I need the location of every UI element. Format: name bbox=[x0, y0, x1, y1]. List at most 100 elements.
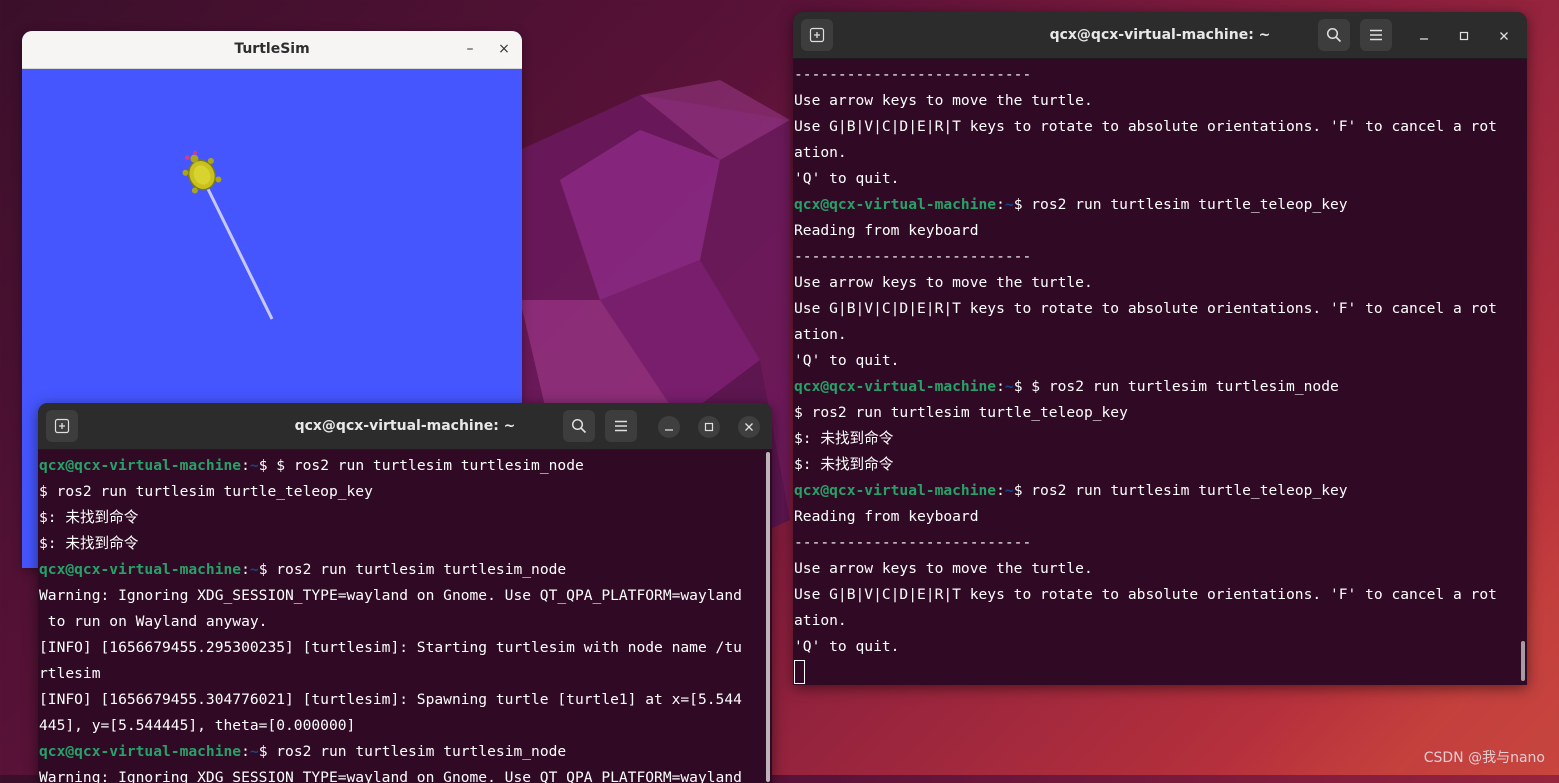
terminal-text: 'Q' to quit. bbox=[794, 352, 900, 369]
search-button[interactable] bbox=[1318, 19, 1350, 51]
terminal-text: Warning: Ignoring XDG_SESSION_TYPE=wayla… bbox=[39, 769, 742, 783]
prompt-path: ~ bbox=[1004, 196, 1014, 213]
turtle-icon bbox=[182, 150, 222, 194]
maximize-button[interactable] bbox=[698, 416, 720, 438]
terminal-line: $: 未找到命令 bbox=[38, 505, 772, 531]
new-tab-button[interactable] bbox=[46, 410, 78, 442]
hamburger-menu-icon bbox=[615, 420, 627, 432]
terminal-text: Reading from keyboard bbox=[794, 222, 979, 239]
terminal-line: ation. bbox=[793, 608, 1527, 634]
terminal-line: Warning: Ignoring XDG_SESSION_TYPE=wayla… bbox=[38, 765, 772, 783]
close-button[interactable]: × bbox=[493, 39, 515, 61]
close-icon bbox=[745, 423, 753, 431]
terminal-text: Use G|B|V|C|D|E|R|T keys to rotate to ab… bbox=[794, 118, 1497, 135]
turtlesim-title: TurtleSim bbox=[234, 41, 310, 57]
prompt-user: qcx@qcx-virtual-machine bbox=[39, 561, 242, 578]
maximize-icon bbox=[704, 422, 714, 432]
terminal-line: qcx@qcx-virtual-machine:~$ ros2 run turt… bbox=[793, 478, 1527, 504]
prompt-user: qcx@qcx-virtual-machine bbox=[39, 457, 242, 474]
minimize-icon bbox=[665, 429, 673, 431]
minimize-button[interactable] bbox=[1413, 25, 1435, 47]
prompt-path: ~ bbox=[249, 561, 259, 578]
terminal-line: 445], y=[5.544445], theta=[0.000000] bbox=[38, 713, 772, 739]
terminal-text: $ ros2 run turtlesim turtle_teleop_key bbox=[39, 483, 373, 500]
terminal-line: Warning: Ignoring XDG_SESSION_TYPE=wayla… bbox=[38, 583, 772, 609]
terminal-text: $ ros2 run turtlesim turtlesim_node bbox=[258, 743, 567, 760]
terminal-text: $ ros2 run turtlesim turtle_teleop_key bbox=[1013, 196, 1348, 213]
prompt-user: qcx@qcx-virtual-machine bbox=[39, 743, 242, 760]
terminal-text: $ $ ros2 run turtlesim turtlesim_node bbox=[1013, 378, 1339, 395]
close-button[interactable] bbox=[1493, 25, 1515, 47]
scrollbar[interactable] bbox=[1518, 59, 1527, 685]
new-tab-icon bbox=[54, 418, 70, 434]
menu-button[interactable] bbox=[605, 410, 637, 442]
terminal-line: $ ros2 run turtlesim turtle_teleop_key bbox=[38, 479, 772, 505]
terminal-text: Reading from keyboard bbox=[794, 508, 979, 525]
terminal-line: 'Q' to quit. bbox=[793, 634, 1527, 660]
terminal-output[interactable]: --------------------------- Use arrow key… bbox=[793, 59, 1527, 685]
terminal-line: Use G|B|V|C|D|E|R|T keys to rotate to ab… bbox=[793, 582, 1527, 608]
maximize-button[interactable] bbox=[1453, 25, 1475, 47]
terminal-output[interactable]: qcx@qcx-virtual-machine:~$ $ ros2 run tu… bbox=[38, 450, 772, 783]
scrollbar-thumb[interactable] bbox=[1521, 641, 1525, 681]
terminal-line: $ ros2 run turtlesim turtle_teleop_key bbox=[793, 400, 1527, 426]
close-icon bbox=[1500, 32, 1508, 40]
search-button[interactable] bbox=[563, 410, 595, 442]
terminal-line: Use arrow keys to move the turtle. bbox=[793, 88, 1527, 114]
new-tab-button[interactable] bbox=[801, 19, 833, 51]
menu-button[interactable] bbox=[1360, 19, 1392, 51]
terminal-text: Use arrow keys to move the turtle. bbox=[794, 92, 1093, 109]
terminal-text: Use G|B|V|C|D|E|R|T keys to rotate to ab… bbox=[794, 586, 1497, 603]
prompt-path: ~ bbox=[249, 743, 259, 760]
terminal-line: ation. bbox=[793, 140, 1527, 166]
terminal-titlebar[interactable]: qcx@qcx-virtual-machine: ~ bbox=[793, 12, 1527, 59]
terminal-line: --------------------------- bbox=[793, 62, 1527, 88]
terminal-line: [INFO] [1656679455.295300235] [turtlesim… bbox=[38, 635, 772, 661]
close-button[interactable] bbox=[738, 416, 760, 438]
minimize-button[interactable] bbox=[658, 416, 680, 438]
terminal-line: qcx@qcx-virtual-machine:~$ $ ros2 run tu… bbox=[38, 453, 772, 479]
turtlesim-titlebar[interactable]: TurtleSim – × bbox=[22, 31, 522, 69]
terminal-cursor-line bbox=[793, 659, 1527, 685]
terminal-text: [INFO] [1656679455.295300235] [turtlesim… bbox=[39, 639, 742, 656]
terminal-line: --------------------------- bbox=[793, 530, 1527, 556]
minimize-icon bbox=[1420, 38, 1428, 40]
minimize-button[interactable]: – bbox=[459, 39, 481, 61]
prompt-path: ~ bbox=[249, 457, 259, 474]
terminal-line: --------------------------- bbox=[793, 244, 1527, 270]
terminal-text: $: 未找到命令 bbox=[39, 509, 139, 526]
prompt-path: ~ bbox=[1004, 378, 1014, 395]
terminal-line: Use arrow keys to move the turtle. bbox=[793, 556, 1527, 582]
prompt-user: qcx@qcx-virtual-machine bbox=[794, 196, 997, 213]
terminal-text: --------------------------- bbox=[794, 534, 1032, 551]
terminal-line: qcx@qcx-virtual-machine:~$ ros2 run turt… bbox=[793, 192, 1527, 218]
terminal-text: $ $ ros2 run turtlesim turtlesim_node bbox=[258, 457, 584, 474]
terminal-text: $: 未找到命令 bbox=[794, 430, 894, 447]
terminal-line: qcx@qcx-virtual-machine:~$ $ ros2 run tu… bbox=[793, 374, 1527, 400]
terminal-text: Use G|B|V|C|D|E|R|T keys to rotate to ab… bbox=[794, 300, 1497, 317]
terminal-line: $: 未找到命令 bbox=[38, 531, 772, 557]
text-cursor bbox=[794, 659, 805, 684]
terminal-text: $: 未找到命令 bbox=[794, 456, 894, 473]
hamburger-menu-icon bbox=[1370, 29, 1382, 41]
terminal-line: [INFO] [1656679455.304776021] [turtlesim… bbox=[38, 687, 772, 713]
terminal-line: rtlesim bbox=[38, 661, 772, 687]
terminal-line: Reading from keyboard bbox=[793, 504, 1527, 530]
terminal-text: rtlesim bbox=[39, 665, 101, 682]
terminal-text: ation. bbox=[794, 144, 847, 161]
terminal-text: $: 未找到命令 bbox=[39, 535, 139, 552]
terminal-titlebar[interactable]: qcx@qcx-virtual-machine: ~ bbox=[38, 403, 772, 450]
terminal-line: 'Q' to quit. bbox=[793, 166, 1527, 192]
terminal-line: Use G|B|V|C|D|E|R|T keys to rotate to ab… bbox=[793, 296, 1527, 322]
terminal-line: Use G|B|V|C|D|E|R|T keys to rotate to ab… bbox=[793, 114, 1527, 140]
terminal-text: --------------------------- bbox=[794, 248, 1032, 265]
scrollbar-thumb[interactable] bbox=[766, 452, 770, 782]
scrollbar[interactable] bbox=[763, 450, 772, 783]
terminal-text: ation. bbox=[794, 326, 847, 343]
terminal-line: $: 未找到命令 bbox=[793, 426, 1527, 452]
search-icon bbox=[571, 418, 587, 434]
maximize-icon bbox=[1459, 31, 1469, 41]
terminal-line: to run on Wayland anyway. bbox=[38, 609, 772, 635]
terminal-text: : bbox=[996, 378, 1005, 395]
terminal-text: Warning: Ignoring XDG_SESSION_TYPE=wayla… bbox=[39, 587, 742, 604]
